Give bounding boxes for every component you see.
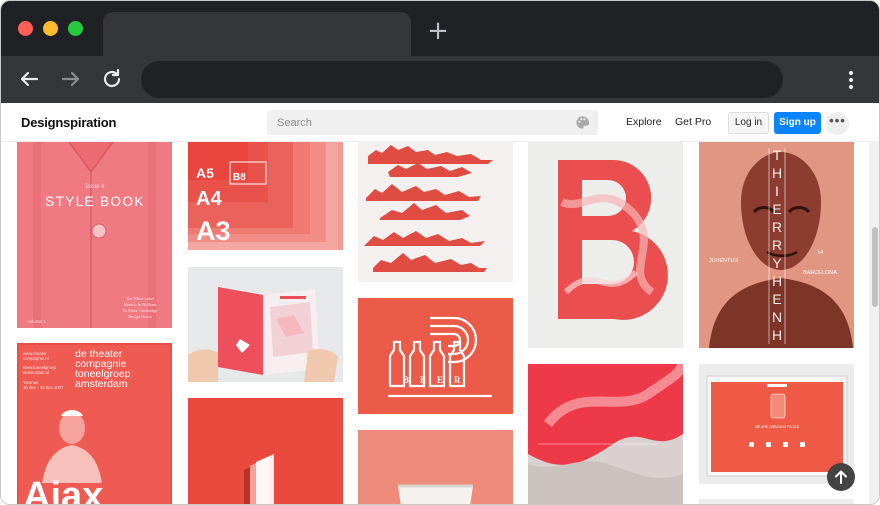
- svg-text:Y: Y: [772, 255, 782, 271]
- page-scrollbar[interactable]: [869, 142, 879, 504]
- red-islands-image: [358, 142, 513, 282]
- svg-text:compagnie.nl: compagnie.nl: [23, 356, 49, 361]
- svg-text:H: H: [772, 273, 782, 289]
- get-pro-link[interactable]: Get Pro: [675, 116, 711, 128]
- site-header: Designspiration Explore Get Pro Log in S…: [1, 103, 879, 142]
- new-tab-button[interactable]: +: [426, 18, 450, 44]
- arrow-up-icon: [835, 470, 847, 484]
- beer-image: BEER: [358, 298, 513, 414]
- svg-text:To Make Cambridge: To Make Cambridge: [123, 308, 158, 313]
- reload-icon: [103, 68, 121, 88]
- svg-text:Design House: Design House: [128, 314, 152, 319]
- arrow-left-icon: [20, 71, 39, 87]
- svg-text:H: H: [772, 165, 782, 181]
- card-beer[interactable]: BEER: [358, 298, 513, 414]
- reload-button[interactable]: [98, 65, 126, 93]
- card-partial-bottom[interactable]: [699, 499, 854, 504]
- card-book-hands[interactable]: [188, 267, 343, 382]
- card-paper-sizes[interactable]: A5 B8 A4 A3: [188, 142, 343, 250]
- theater-ajax-image: www.theater compagnie.nl www.toneelgroep…: [17, 343, 172, 505]
- size-a4: A4: [196, 188, 222, 210]
- style-book-volume: Volume 1: [27, 319, 46, 324]
- login-button[interactable]: Log in: [728, 112, 769, 134]
- card-red-islands[interactable]: [358, 142, 513, 282]
- browser-window: + issue 4 STYLE BOOK The White Label Ide…: [0, 0, 880, 505]
- portrait-city-label: BARCELONA: [803, 270, 837, 276]
- card-package[interactable]: [358, 430, 513, 504]
- svg-text:amsterdam.nl: amsterdam.nl: [23, 370, 49, 375]
- svg-text:N: N: [772, 309, 782, 325]
- browser-toolbar: [1, 56, 879, 103]
- package-image: [358, 430, 513, 504]
- web-mockup-headline: WE ARE CREATING PIXELS: [755, 425, 800, 429]
- pin-grid: issue 4 STYLE BOOK The White Label Ident…: [1, 103, 879, 505]
- page-viewport: issue 4 STYLE BOOK The White Label Ident…: [1, 103, 879, 505]
- style-book-title: STYLE BOOK: [45, 194, 145, 209]
- svg-text:16 dec - 23 dec 2007: 16 dec - 23 dec 2007: [23, 385, 64, 390]
- style-book-issue: issue 4: [85, 182, 105, 190]
- svg-text:H: H: [772, 327, 782, 343]
- size-b8: B8: [233, 172, 246, 183]
- address-bar[interactable]: [141, 61, 783, 98]
- card-portrait[interactable]: THI ERR YHE NH JUVENTUS 14 BARCELONA: [699, 142, 854, 348]
- svg-text:amsterdam: amsterdam: [75, 378, 128, 390]
- beer-word: BEER: [403, 375, 472, 385]
- svg-text:I: I: [775, 183, 779, 199]
- back-button[interactable]: [15, 65, 43, 93]
- search-input[interactable]: [267, 110, 567, 135]
- svg-text:The White Label: The White Label: [126, 296, 155, 301]
- card-style-book[interactable]: issue 4 STYLE BOOK The White Label Ident…: [17, 142, 172, 328]
- more-button[interactable]: •••: [826, 112, 849, 135]
- svg-text:T: T: [773, 147, 782, 163]
- arrow-right-icon: [61, 71, 80, 87]
- portrait-left-label: JUVENTUS: [709, 258, 738, 264]
- svg-text:E: E: [772, 291, 781, 307]
- portrait-image: THI ERR YHE NH JUVENTUS 14 BARCELONA: [699, 142, 854, 348]
- number-one-image: [188, 398, 343, 504]
- size-a3: A3: [196, 216, 231, 246]
- svg-text:R: R: [772, 219, 782, 235]
- letter-b-image: [528, 142, 683, 348]
- card-swirl[interactable]: [528, 364, 683, 504]
- forward-button[interactable]: [57, 65, 85, 93]
- close-window-button[interactable]: [18, 21, 33, 36]
- tab-strip: +: [1, 1, 879, 56]
- browser-tab-active[interactable]: [103, 12, 411, 56]
- theater-ajax-word: Ajax: [23, 475, 103, 505]
- swirl-image: [528, 364, 683, 504]
- size-a5: A5: [196, 165, 214, 181]
- svg-text:Identity In Brilliant: Identity In Brilliant: [124, 302, 157, 307]
- back-to-top-button[interactable]: [827, 463, 855, 491]
- palette-icon[interactable]: [575, 115, 590, 130]
- portrait-right-label: 14: [817, 250, 823, 256]
- signup-button[interactable]: Sign up: [774, 112, 821, 134]
- paper-sizes-image: A5 B8 A4 A3: [188, 142, 343, 250]
- svg-text:R: R: [772, 237, 782, 253]
- style-book-image: issue 4 STYLE BOOK The White Label Ident…: [17, 142, 172, 328]
- book-hands-image: [188, 267, 343, 382]
- site-logo[interactable]: Designspiration: [21, 115, 116, 130]
- card-theater-ajax[interactable]: www.theater compagnie.nl www.toneelgroep…: [17, 343, 172, 505]
- scrollbar-thumb[interactable]: [872, 227, 878, 307]
- svg-text:E: E: [772, 201, 781, 217]
- card-letter-b[interactable]: [528, 142, 683, 348]
- card-number-one[interactable]: [188, 398, 343, 504]
- vertical-dots-icon: [848, 70, 854, 90]
- minimize-window-button[interactable]: [43, 21, 58, 36]
- explore-link[interactable]: Explore: [626, 116, 662, 128]
- maximize-window-button[interactable]: [68, 21, 83, 36]
- search-box[interactable]: [267, 110, 598, 135]
- browser-menu-button[interactable]: [839, 68, 863, 92]
